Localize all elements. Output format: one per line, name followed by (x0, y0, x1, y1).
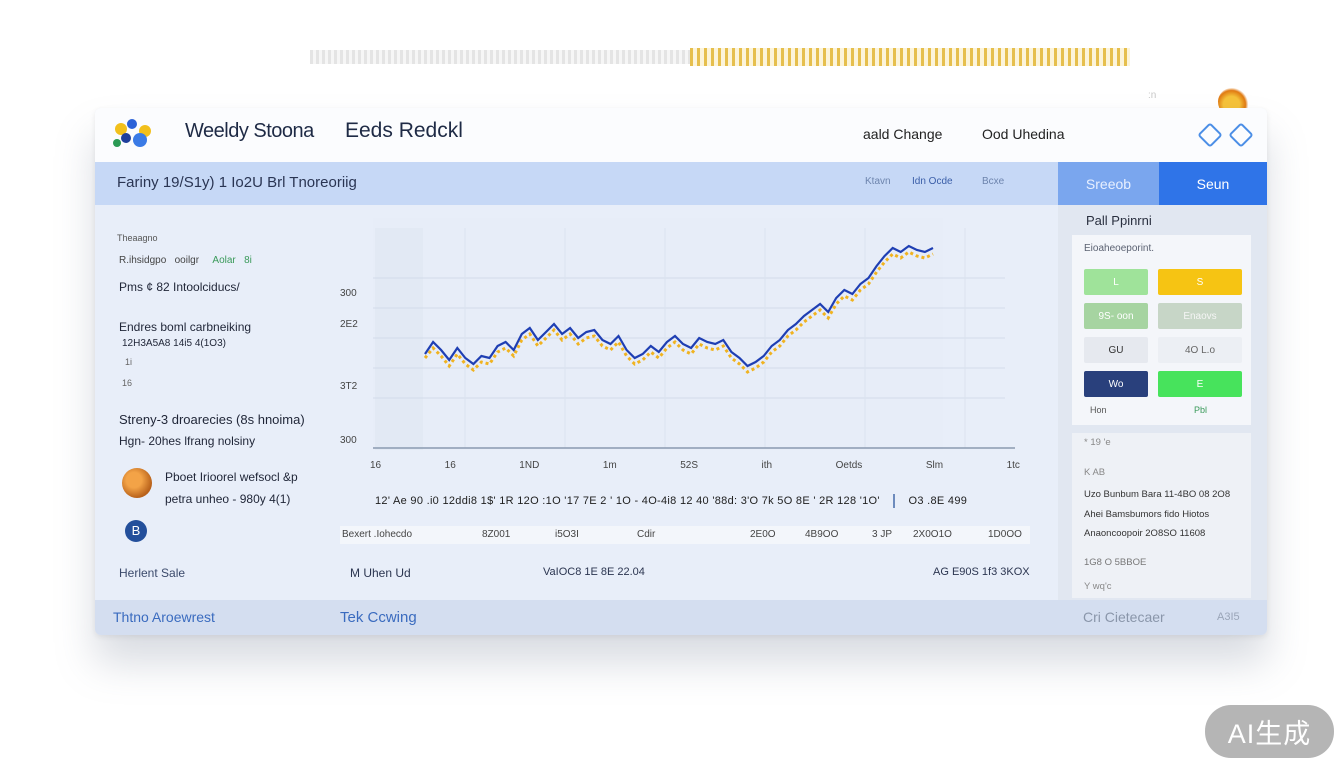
status-left[interactable]: Thtno Aroewrest (113, 609, 215, 625)
header-link-heading[interactable]: Ood Uhedina (982, 126, 1065, 142)
y-tick-label: 3T2 (340, 381, 358, 392)
summary-cell: 1D0OO (988, 529, 1022, 540)
title-bar: Weeldy Stoona Eeds Redckl aald Change Oo… (95, 108, 1267, 162)
summary-cell: 2E0O (750, 529, 776, 540)
toolbar: Fariny 19/S1y) 1 Io2U Brl Tnoreoriig Kta… (95, 162, 1058, 205)
tile-caption: Hon (1090, 405, 1107, 415)
x-tick-label: 52S (680, 460, 699, 471)
right-panel: Pall Ppinrni Eioaheoeporint. L S 9S- oon E… (1058, 205, 1267, 600)
status-number: A3I5 (1217, 611, 1240, 623)
toolbar-label[interactable]: Idn Ocde (912, 176, 953, 187)
y-tick-label: 2E2 (340, 319, 358, 330)
y-tick-label: 300 (340, 435, 357, 446)
header-link-change[interactable]: aald Change (863, 126, 942, 142)
panel-line: petra unheo - 980y 4(1) (165, 492, 291, 506)
mini-label: ooilgr (174, 255, 200, 266)
x-tick-label: Slm (925, 460, 944, 471)
avatar[interactable] (122, 468, 152, 498)
tile-button[interactable]: 9S- oon (1084, 303, 1148, 329)
app-subtitle: Eeds Redckl (345, 119, 463, 142)
x-tick-label: Oetds (835, 460, 863, 471)
mini-label: 8i (244, 255, 252, 266)
list-item[interactable]: Anaoncoopoir 2O8SO 11608 (1084, 528, 1205, 539)
tile-button[interactable]: L (1084, 269, 1148, 295)
panel-line: 12H3A5A8 14i5 4(1O3) (122, 338, 226, 349)
chart-shade (375, 228, 423, 450)
status-center[interactable]: Tek Ccwing (340, 609, 417, 626)
tile-button[interactable]: GU (1084, 337, 1148, 363)
data-readout-row: 12' Ae 90 .i0 12ddi8 1$' 1R 12O :1O '17 … (375, 494, 968, 508)
panel-line: Pms ¢ 82 Intoolciducs/ (119, 280, 240, 294)
corner-label: :n (1148, 90, 1157, 101)
tile-card: Eioaheoeporint. L S 9S- oon Enaovs GU 4O L.o… (1072, 235, 1251, 425)
list-item: * 19 'e (1084, 437, 1111, 448)
list-item[interactable]: Ahei Bamsbumors fido Hiotos (1084, 509, 1209, 520)
panel-line: Endres boml carbneiking (119, 320, 252, 334)
status-bar: Thtno Aroewrest Tek Ccwing Cri Cietecaer… (95, 600, 1267, 635)
line-chart (373, 218, 1015, 450)
x-tick-row: 16 16 1ND 1m 52S ith Oetds Slm 1tc (370, 460, 1020, 476)
app-window: Weeldy Stoona Eeds Redckl aald Change Oo… (95, 108, 1267, 635)
x-tick-label: ith (761, 460, 773, 471)
panel-line: Hgn- 20hes lfrang nolsiny (119, 434, 256, 448)
panel-line: Pboet Irioorel wefsocl &p (165, 470, 298, 484)
summary-cell: 3 JP (872, 529, 893, 540)
panel-caption: Theaagno (117, 233, 158, 243)
data-summary-row: Bexert .Iohecdo 8Z001 i5O3I Cdir 2E0O 4B… (340, 526, 1030, 544)
tile-button[interactable]: E (1158, 371, 1242, 397)
list-item: K AB (1084, 467, 1106, 478)
list-item: Y wq'c (1084, 581, 1112, 592)
x-tick-label: 1m (602, 460, 617, 471)
tile-button[interactable]: Wo (1084, 371, 1148, 397)
summary-cell: i5O3I (555, 529, 579, 540)
app-title: Weeldy Stoona (185, 120, 314, 142)
status-right: Cri Cietecaer (1083, 609, 1165, 625)
scan-button[interactable]: Seun (1159, 162, 1267, 205)
footer-label: VaIOC8 1E 8E 22.04 (543, 566, 645, 578)
list-item[interactable]: Uzo Bunbum Bara 11-4BO 08 2O8 (1084, 489, 1230, 500)
grey-stripe (310, 50, 690, 64)
summary-cell: Cdir (637, 529, 656, 540)
right-list: * 19 'e K AB Uzo Bunbum Bara 11-4BO 08 2… (1072, 433, 1251, 598)
summary-cell: 8Z001 (482, 529, 511, 540)
panel-mini-row: R.ihsidgpo ooilgr Aolar 8i (119, 255, 252, 266)
summary-cell: Bexert .Iohecdo (342, 529, 413, 540)
tile-caption: Pbl (1194, 405, 1208, 415)
mini-label: Aolar (212, 255, 236, 266)
x-tick-label: 1ND (519, 460, 540, 471)
x-tick-label: 16 (444, 460, 456, 471)
list-item: 1G8 O 5BBOE (1084, 557, 1147, 568)
summary-cell: 4B9OO (805, 529, 839, 540)
search-button[interactable]: Sreeob (1058, 162, 1159, 205)
footer-label: M Uhen Ud (350, 566, 411, 580)
panel-line: 16 (122, 378, 133, 388)
toolbar-label[interactable]: Ktavn (865, 176, 891, 187)
badge-icon[interactable]: B (125, 520, 147, 542)
toolbar-label[interactable]: Bcxe (982, 176, 1004, 187)
logo-icon (113, 119, 157, 149)
x-tick-label: 16 (370, 460, 382, 471)
chart-plot-area (373, 218, 943, 450)
cursor-marker (893, 494, 896, 508)
mini-label: R.ihsidgpo (119, 255, 167, 266)
summary-cell: 2X0O1O (913, 529, 952, 540)
toolbar-title: Fariny 19/S1y) 1 Io2U Brl Tnoreoriig (117, 174, 357, 191)
panel-line: 1i (125, 357, 133, 367)
tile-button[interactable]: 4O L.o (1158, 337, 1242, 363)
x-tick-label: 1tc (1006, 460, 1020, 471)
y-tick-label: 300 (340, 288, 357, 299)
ai-generated-badge: AI生成 (1205, 705, 1334, 758)
footer-label: Herlent Sale (119, 566, 186, 580)
right-panel-title: Pall Ppinrni (1086, 213, 1152, 228)
tile-button[interactable]: S (1158, 269, 1242, 295)
tile-button[interactable]: Enaovs (1158, 303, 1242, 329)
diamond-icon[interactable] (1197, 122, 1223, 148)
footer-label: AG E90S 1f3 3KOX (933, 566, 1030, 578)
card-subtitle: Eioaheoeporint. (1084, 243, 1155, 254)
panel-line: Streny-3 droarecies (8s hnoima) (119, 412, 305, 427)
gold-stripe (690, 48, 1130, 66)
diamond-icon[interactable] (1228, 122, 1254, 148)
top-decorative-band (310, 47, 1165, 67)
